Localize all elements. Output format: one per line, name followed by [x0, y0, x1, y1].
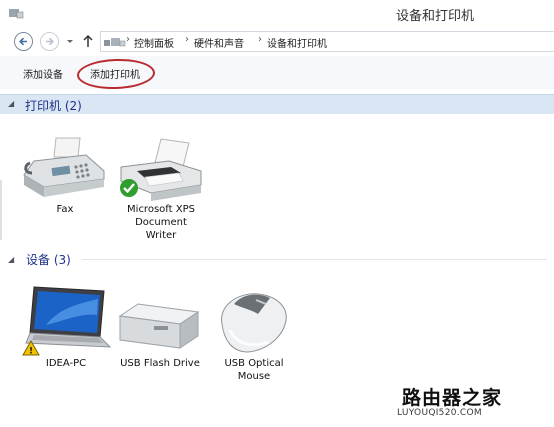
window-title: 设备和打印机	[396, 9, 475, 24]
devices-group-title: 设备 (3)	[26, 253, 71, 267]
address-bar[interactable]: › 控制面板 › 硬件和声音 › 设备和打印机	[100, 31, 554, 52]
arrow-left-icon	[19, 37, 27, 46]
breadcrumb-hardware-sound[interactable]: 硬件和声音	[194, 35, 244, 50]
mouse-icon[interactable]	[212, 290, 290, 356]
watermark-logo: 路由器之家	[402, 387, 503, 409]
breadcrumb-devices-printers[interactable]: 设备和打印机	[267, 35, 327, 50]
window-edge	[0, 180, 2, 240]
xps-printer-icon[interactable]	[115, 137, 205, 203]
usb-mouse-label: USB Optical Mouse	[206, 357, 302, 383]
xps-label-line1: Microsoft XPS	[127, 204, 195, 215]
xps-printer-label: Microsoft XPS Document Writer	[113, 203, 209, 242]
printers-group-header[interactable]: ◢ 打印机 (2)	[0, 94, 554, 114]
fax-icon[interactable]	[20, 135, 108, 205]
breadcrumb-separator: ›	[258, 34, 262, 45]
collapse-arrow-icon[interactable]: ◢	[8, 255, 14, 264]
add-device-button[interactable]: 添加设备	[23, 66, 63, 81]
devices-printers-location-icon	[104, 38, 126, 47]
usb-drive-icon[interactable]	[118, 300, 200, 352]
watermark-url: LUYOUQI520.COM	[397, 408, 482, 418]
usb-flash-drive-label: USB Flash Drive	[120, 358, 200, 369]
laptop-icon[interactable]: !	[20, 285, 112, 357]
recent-locations-dropdown[interactable]	[64, 34, 76, 48]
title-bar: 设备和打印机	[0, 0, 554, 26]
idea-pc-label: IDEA-PC	[45, 358, 87, 369]
arrow-right-icon	[46, 37, 54, 46]
forward-button[interactable]	[40, 32, 59, 51]
breadcrumb-separator: ›	[185, 34, 189, 45]
up-one-level-button[interactable]	[80, 32, 96, 50]
xps-label-line3: Writer	[145, 230, 177, 241]
devices-printers-app-icon	[9, 9, 24, 19]
collapse-arrow-icon[interactable]: ◢	[8, 99, 14, 108]
fax-label: Fax	[56, 204, 74, 215]
xps-label-line2: Document	[135, 217, 187, 228]
mouse-label-line2: Mouse	[237, 371, 271, 382]
back-button[interactable]	[14, 32, 33, 51]
svg-text:!: !	[29, 347, 33, 357]
breadcrumb-control-panel[interactable]: 控制面板	[134, 35, 174, 50]
group-divider	[82, 259, 547, 260]
breadcrumb-separator: ›	[126, 34, 130, 45]
mouse-label-line1: USB Optical	[224, 358, 284, 369]
printers-group-title: 打印机 (2)	[25, 99, 82, 113]
